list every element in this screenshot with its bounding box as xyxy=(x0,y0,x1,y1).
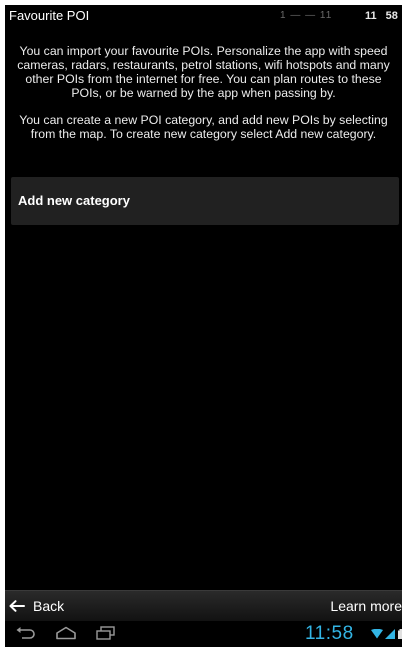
intro-paragraph-import: You can import your favourite POIs. Pers… xyxy=(17,44,390,100)
page-title: Favourite POI xyxy=(9,8,90,23)
top-bar: Favourite POI 1 — — 11 11 58 xyxy=(5,5,402,27)
system-nav-bar: 11:58 xyxy=(5,621,402,647)
arrow-left-icon xyxy=(9,600,25,612)
back-button[interactable]: Back xyxy=(9,596,64,616)
back-label: Back xyxy=(33,598,65,614)
add-new-category-item[interactable]: Add new category xyxy=(11,177,399,225)
status-time: 11 58 xyxy=(365,10,398,22)
battery-icon xyxy=(398,629,402,639)
wifi-icon xyxy=(371,629,383,639)
back-nav-icon[interactable] xyxy=(15,626,37,640)
recent-apps-icon[interactable] xyxy=(95,626,117,640)
learn-more-button[interactable]: Learn more xyxy=(330,596,402,616)
device-screen: Favourite POI 1 — — 11 11 58 You can imp… xyxy=(5,5,402,647)
home-nav-icon[interactable] xyxy=(55,626,77,640)
bottom-action-bar: Back Learn more xyxy=(5,590,402,621)
system-status-icons xyxy=(371,629,402,639)
system-clock: 11:58 xyxy=(305,623,354,644)
signal-icon xyxy=(385,629,395,639)
add-new-category-label: Add new category xyxy=(18,193,130,208)
intro-text: You can import your favourite POIs. Pers… xyxy=(11,44,396,141)
status-indicators: 1 — — 11 xyxy=(280,10,333,21)
intro-paragraph-create: You can create a new POI category, and a… xyxy=(19,113,388,141)
